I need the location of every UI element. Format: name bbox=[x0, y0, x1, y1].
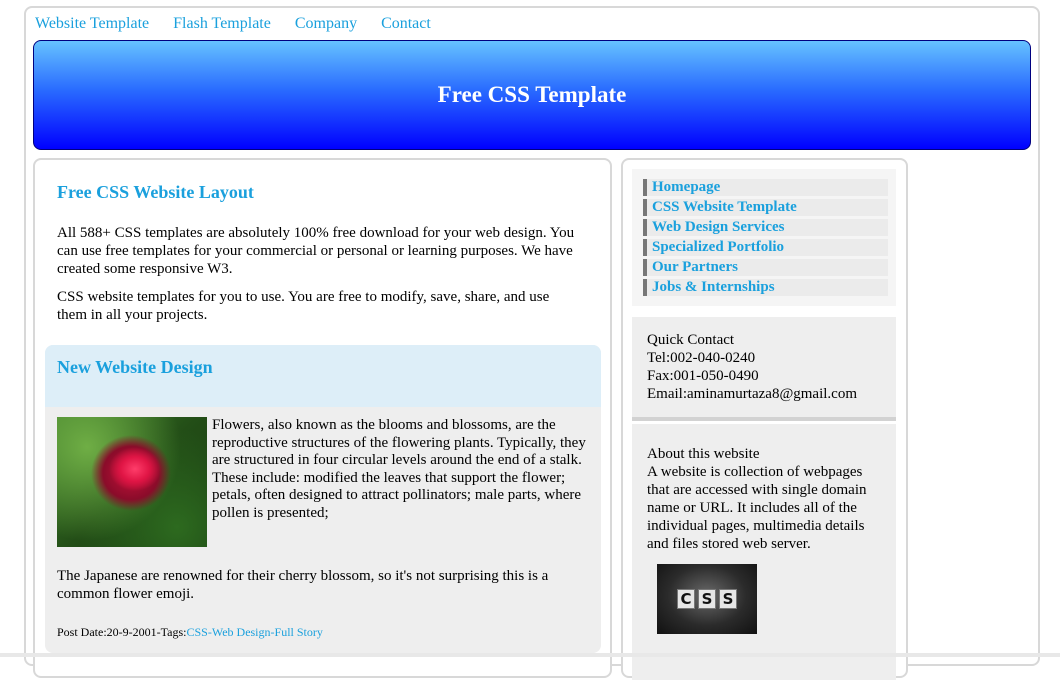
sidebar-item-web-design-services[interactable]: Web Design Services bbox=[643, 219, 888, 236]
post-date-text: Post Date:20-9-2001-Tags: bbox=[57, 625, 187, 639]
sidebar-menu: Homepage CSS Website Template Web Design… bbox=[632, 169, 896, 306]
quick-contact-box: Quick Contact Tel:002-040-0240 Fax:001-0… bbox=[632, 317, 896, 421]
about-title: About this website bbox=[647, 446, 760, 462]
flower-text-1: Flowers, also known as the blooms and bl… bbox=[212, 417, 586, 468]
css-image: C S S bbox=[657, 564, 757, 634]
flower-text-2: These include: modified the leaves that … bbox=[212, 469, 582, 521]
article-card: New Website Design Flowers, also known a… bbox=[45, 345, 601, 653]
contact-tel: Tel:002-040-0240 bbox=[647, 350, 756, 366]
top-navigation: Website Template Flash Template Company … bbox=[35, 14, 451, 34]
post-meta: Post Date:20-9-2001-Tags:CSS-Web Design-… bbox=[57, 624, 323, 640]
sidebar-item-specialized-portfolio[interactable]: Specialized Portfolio bbox=[643, 239, 888, 256]
intro-paragraph-2: CSS website templates for you to use. Yo… bbox=[57, 289, 550, 323]
page-container: Website Template Flash Template Company … bbox=[24, 6, 1040, 680]
article-heading: New Website Design bbox=[57, 357, 213, 377]
nav-link-flash-template[interactable]: Flash Template bbox=[173, 15, 271, 32]
site-title: Free CSS Template bbox=[437, 82, 627, 107]
contact-title: Quick Contact bbox=[647, 332, 735, 348]
css-letter-s2: S bbox=[719, 589, 737, 609]
about-text: A website is collection of webpages that… bbox=[647, 464, 867, 552]
sidebar: Homepage CSS Website Template Web Design… bbox=[621, 158, 908, 680]
sidebar-item-our-partners[interactable]: Our Partners bbox=[643, 259, 888, 276]
contact-fax: Fax:001-050-0490 bbox=[647, 368, 759, 384]
post-tags-link[interactable]: CSS-Web Design-Full Story bbox=[186, 625, 322, 639]
cherry-blossom-text: The Japanese are renowned for their cher… bbox=[57, 568, 549, 602]
main-heading: Free CSS Website Layout bbox=[57, 182, 254, 202]
article-header: New Website Design bbox=[45, 345, 601, 407]
horizontal-scrollbar[interactable] bbox=[0, 653, 1060, 657]
about-website-box: About this website A website is collecti… bbox=[632, 424, 896, 680]
flower-image bbox=[57, 417, 207, 547]
nav-link-company[interactable]: Company bbox=[295, 15, 357, 32]
contact-lines: Quick Contact Tel:002-040-0240 Fax:001-0… bbox=[647, 331, 857, 403]
header-banner: Free CSS Template bbox=[33, 40, 1031, 150]
sidebar-item-css-website-template[interactable]: CSS Website Template bbox=[643, 199, 888, 216]
intro-paragraph-1: All 588+ CSS templates are absolutely 10… bbox=[57, 225, 575, 277]
sidebar-item-jobs-internships[interactable]: Jobs & Internships bbox=[643, 279, 888, 296]
css-letter-s1: S bbox=[698, 589, 716, 609]
nav-link-website-template[interactable]: Website Template bbox=[35, 15, 149, 32]
contact-email: Email:aminamurtaza8@gmail.com bbox=[647, 386, 857, 402]
css-image-letters: C S S bbox=[677, 589, 737, 609]
sidebar-item-homepage[interactable]: Homepage bbox=[643, 179, 888, 196]
css-letter-c: C bbox=[677, 589, 695, 609]
nav-link-contact[interactable]: Contact bbox=[381, 15, 431, 32]
flower-description: Flowers, also known as the blooms and bl… bbox=[212, 417, 594, 522]
main-content: Free CSS Website Layout All 588+ CSS tem… bbox=[33, 158, 612, 678]
